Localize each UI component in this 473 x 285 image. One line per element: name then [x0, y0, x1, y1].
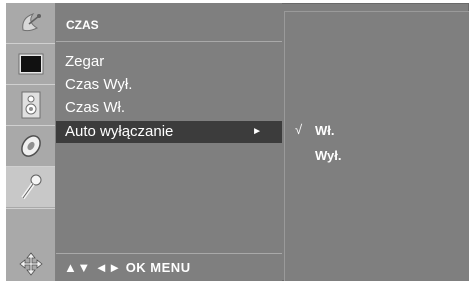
menu-item-czas-wl[interactable]: Czas Wł. [56, 97, 282, 119]
menu-item-czas-wyl[interactable]: Czas Wył. [56, 74, 282, 96]
menu-item-label: Czas Wył. [65, 76, 133, 93]
speaker-icon[interactable] [6, 85, 55, 124]
disc-icon[interactable] [6, 126, 55, 165]
menu-item-label: Auto wyłączanie [65, 123, 174, 140]
menu-item-auto-wylaczanie[interactable]: Auto wyłączanie ► [56, 121, 282, 143]
screen-icon[interactable] [6, 44, 55, 83]
menu-item-zegar[interactable]: Zegar [56, 51, 282, 73]
option-on[interactable]: Wł. [315, 123, 335, 138]
submenu-arrow-icon: ► [252, 126, 262, 137]
check-icon: √ [295, 122, 303, 137]
menu-item-label: Czas Wł. [65, 99, 125, 116]
menu-item-label: Zegar [65, 53, 105, 70]
nav-divider [56, 253, 282, 254]
key-icon[interactable] [6, 167, 55, 207]
arrows-icon[interactable] [6, 247, 55, 281]
satellite-dish-icon[interactable] [6, 3, 55, 42]
sidebar-icon-strip [6, 3, 56, 281]
menu-title: CZAS [66, 18, 99, 32]
option-off[interactable]: Wył. [315, 148, 342, 163]
time-menu-panel: CZAS Zegar Czas Wył. Czas Wł. Auto wyłąc… [56, 3, 282, 281]
submenu-panel: √ Wł. Wył. [284, 11, 469, 281]
title-divider [56, 41, 282, 42]
nav-hint: ▲▼ ◄► OK MENU [64, 260, 191, 275]
